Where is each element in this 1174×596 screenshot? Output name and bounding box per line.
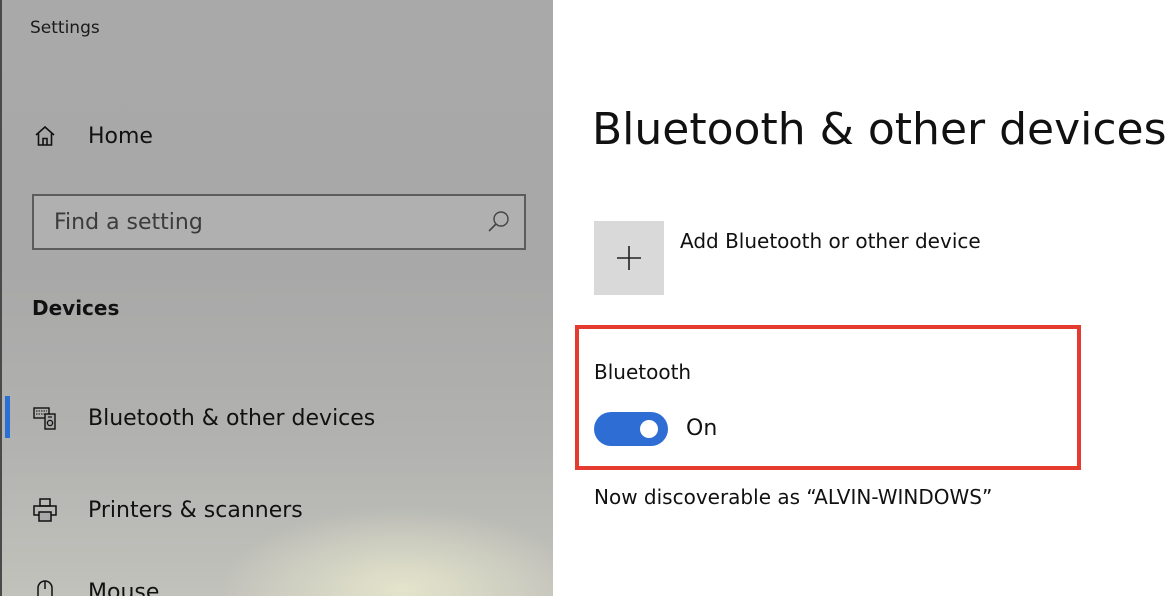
bluetooth-toggle[interactable] bbox=[594, 412, 668, 446]
section-heading-devices: Devices bbox=[32, 296, 120, 320]
sidebar-item-bluetooth[interactable]: Bluetooth & other devices bbox=[2, 396, 555, 440]
settings-window: Settings Home Devices bbox=[0, 0, 1174, 596]
search-icon[interactable] bbox=[486, 209, 512, 235]
search-box[interactable] bbox=[32, 194, 526, 250]
add-device-label[interactable]: Add Bluetooth or other device bbox=[680, 229, 981, 253]
sidebar-item-mouse[interactable]: Mouse bbox=[2, 570, 555, 596]
sidebar-item-home[interactable]: Home bbox=[2, 114, 555, 158]
page-title: Bluetooth & other devices bbox=[592, 104, 1167, 155]
sidebar-item-printers[interactable]: Printers & scanners bbox=[2, 488, 555, 532]
bluetooth-devices-icon bbox=[32, 405, 58, 431]
add-device-tile[interactable] bbox=[594, 221, 664, 295]
home-icon bbox=[32, 123, 58, 149]
sidebar: Settings Home Devices bbox=[0, 0, 553, 596]
app-title: Settings bbox=[30, 18, 100, 38]
plus-icon bbox=[617, 246, 641, 270]
toggle-state-label: On bbox=[686, 416, 718, 441]
bluetooth-label: Bluetooth bbox=[594, 360, 692, 384]
printer-icon bbox=[32, 497, 58, 523]
highlight-box bbox=[575, 325, 1081, 470]
sidebar-item-label: Home bbox=[88, 123, 153, 149]
add-device-button[interactable]: Add Bluetooth or other device bbox=[594, 221, 981, 295]
search-input[interactable] bbox=[54, 196, 454, 248]
mouse-icon bbox=[32, 579, 58, 596]
discoverable-text: Now discoverable as “ALVIN-WINDOWS” bbox=[594, 485, 993, 509]
sidebar-item-label: Printers & scanners bbox=[88, 497, 303, 523]
sidebar-item-label: Bluetooth & other devices bbox=[88, 405, 376, 431]
toggle-knob bbox=[640, 420, 658, 438]
sidebar-item-label: Mouse bbox=[88, 579, 160, 596]
